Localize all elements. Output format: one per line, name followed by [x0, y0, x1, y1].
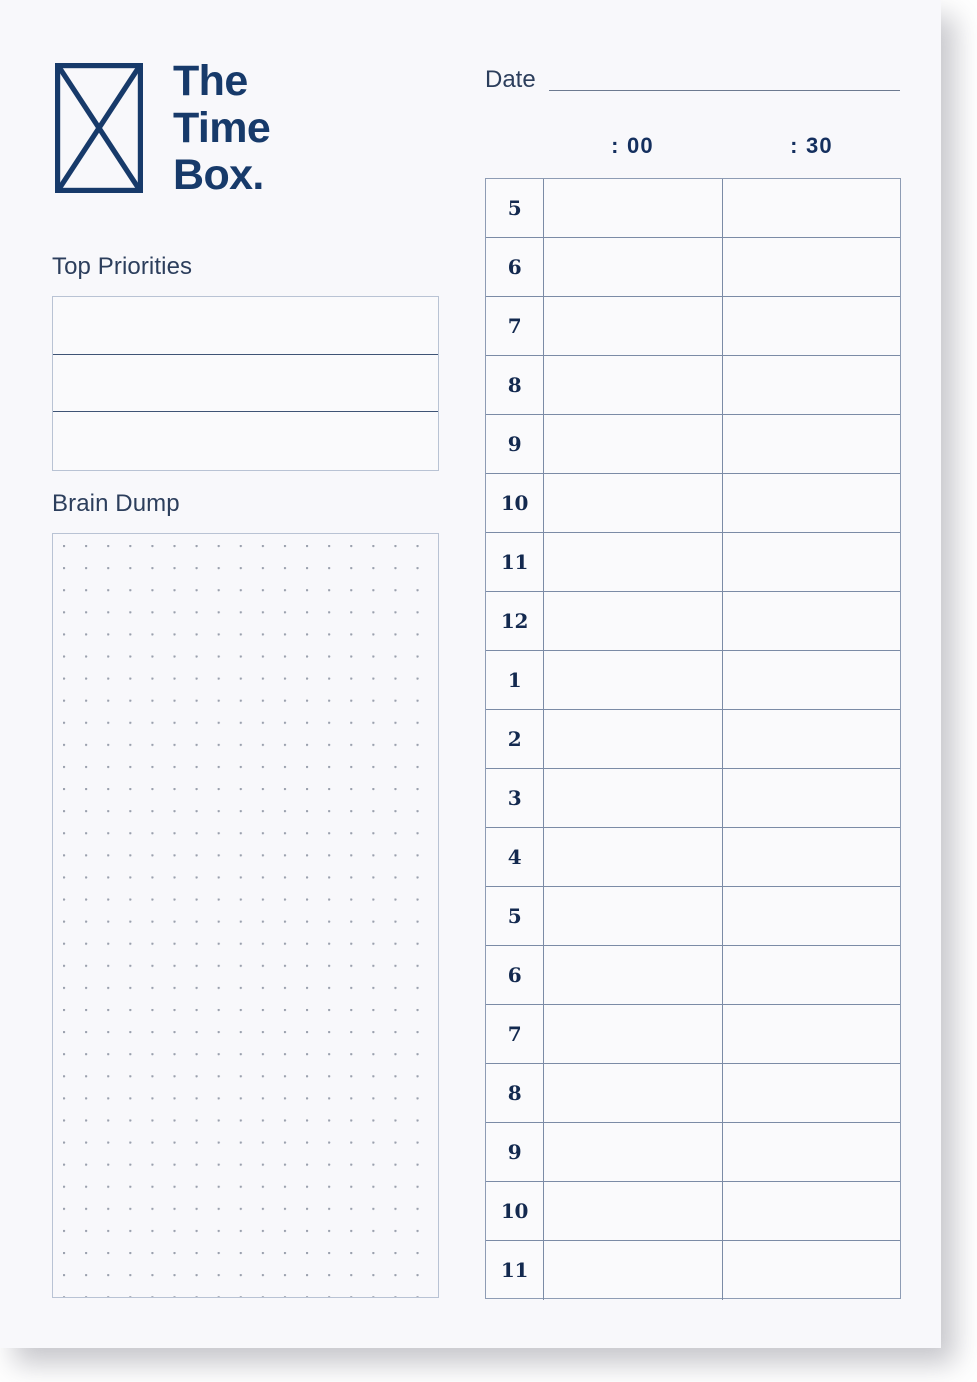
- date-label: Date: [485, 66, 536, 93]
- hour-label: 11: [486, 532, 544, 591]
- time-slot-00[interactable]: [544, 886, 723, 945]
- table-row: 11: [486, 1240, 901, 1300]
- planner-page: The Time Box. Top Priorities Brain Dump …: [0, 0, 941, 1348]
- hour-label: 7: [486, 296, 544, 355]
- hour-label: 5: [486, 179, 544, 237]
- column-header-30: : 30: [790, 133, 833, 158]
- brand-logo: The Time Box.: [55, 57, 385, 200]
- time-slot-00[interactable]: [544, 709, 723, 768]
- hour-label: 2: [486, 709, 544, 768]
- time-slot-30[interactable]: [723, 179, 901, 237]
- time-slot-30[interactable]: [723, 415, 901, 473]
- time-slot-30[interactable]: [723, 533, 901, 591]
- hour-label: 6: [486, 945, 544, 1004]
- wordmark-line-2: Time: [173, 104, 271, 152]
- time-slot-00[interactable]: [544, 355, 723, 414]
- time-slot-30[interactable]: [723, 887, 901, 945]
- top-priorities-box: [52, 296, 439, 471]
- hour-label: 10: [486, 1181, 544, 1240]
- table-row: 8: [486, 1063, 901, 1123]
- hour-label: 12: [486, 591, 544, 650]
- time-slot-00[interactable]: [544, 1122, 723, 1181]
- hour-label: 1: [486, 650, 544, 709]
- time-slot-30[interactable]: [723, 946, 901, 1004]
- time-slot-30[interactable]: [723, 356, 901, 414]
- time-slot-00[interactable]: [544, 1181, 723, 1240]
- time-slot-00[interactable]: [544, 532, 723, 591]
- hour-label: 8: [486, 1063, 544, 1122]
- time-slot-00[interactable]: [544, 296, 723, 355]
- time-slot-00[interactable]: [544, 473, 723, 532]
- column-header-00: : 00: [611, 133, 654, 158]
- time-slot-00[interactable]: [544, 768, 723, 827]
- table-row: 10: [486, 473, 901, 533]
- brand-wordmark: The Time Box.: [173, 57, 271, 199]
- time-slot-30[interactable]: [723, 828, 901, 886]
- time-slot-00[interactable]: [544, 945, 723, 1004]
- time-slot-30[interactable]: [723, 710, 901, 768]
- time-slot-30[interactable]: [723, 1064, 901, 1122]
- table-row: 11: [486, 532, 901, 592]
- priority-row[interactable]: [53, 412, 438, 470]
- time-slot-30[interactable]: [723, 297, 901, 355]
- table-row: 8: [486, 355, 901, 415]
- hour-label: 4: [486, 827, 544, 886]
- time-slot-00[interactable]: [544, 591, 723, 650]
- table-row: 9: [486, 1122, 901, 1182]
- table-row: 1: [486, 650, 901, 710]
- time-slot-00[interactable]: [544, 414, 723, 473]
- time-slot-30[interactable]: [723, 592, 901, 650]
- table-row: 3: [486, 768, 901, 828]
- table-row: 2: [486, 709, 901, 769]
- time-slot-30[interactable]: [723, 1241, 901, 1300]
- priority-row[interactable]: [53, 297, 438, 355]
- wordmark-line-1: The: [173, 57, 248, 105]
- hour-label: 11: [486, 1240, 544, 1300]
- table-row: 5: [486, 886, 901, 946]
- priority-row[interactable]: [53, 355, 438, 413]
- table-row: 5: [486, 179, 900, 238]
- hour-label: 7: [486, 1004, 544, 1063]
- brain-dump-heading: Brain Dump: [52, 490, 180, 517]
- time-slot-00[interactable]: [544, 237, 723, 296]
- hourglass-box-icon: [55, 63, 143, 193]
- time-slot-30[interactable]: [723, 1005, 901, 1063]
- table-row: 7: [486, 1004, 901, 1064]
- schedule-column-headers: : 00 : 30: [543, 133, 901, 165]
- table-row: 6: [486, 945, 901, 1005]
- time-slot-00[interactable]: [544, 1063, 723, 1122]
- time-slot-30[interactable]: [723, 1182, 901, 1240]
- date-field: Date: [485, 66, 900, 96]
- time-slot-30[interactable]: [723, 1123, 901, 1181]
- time-slot-00[interactable]: [544, 827, 723, 886]
- hour-label: 10: [486, 473, 544, 532]
- hour-label: 3: [486, 768, 544, 827]
- date-input-rule[interactable]: [549, 90, 900, 91]
- time-slot-00[interactable]: [544, 1240, 723, 1300]
- hour-label: 6: [486, 237, 544, 296]
- time-slot-30[interactable]: [723, 769, 901, 827]
- hour-label: 8: [486, 355, 544, 414]
- table-row: 7: [486, 296, 901, 356]
- time-slot-00[interactable]: [544, 1004, 723, 1063]
- time-slot-00[interactable]: [544, 650, 723, 709]
- table-row: 6: [486, 237, 901, 297]
- table-row: 10: [486, 1181, 901, 1241]
- table-row: 12: [486, 591, 901, 651]
- time-slot-00[interactable]: [544, 179, 723, 237]
- schedule-grid: 5 6 7 8 9 10 11 12 1 2 3 4 5 6 7 8 9 10 …: [485, 178, 901, 1300]
- table-row: 4: [486, 827, 901, 887]
- hour-label: 9: [486, 414, 544, 473]
- wordmark-line-3: Box.: [173, 151, 264, 199]
- hour-label: 9: [486, 1122, 544, 1181]
- time-slot-30[interactable]: [723, 238, 901, 296]
- top-priorities-heading: Top Priorities: [52, 253, 193, 280]
- table-row: 9: [486, 414, 901, 474]
- brain-dump-dot-grid-area[interactable]: [52, 533, 439, 1298]
- time-slot-30[interactable]: [723, 651, 901, 709]
- hour-label: 5: [486, 886, 544, 945]
- time-slot-30[interactable]: [723, 474, 901, 532]
